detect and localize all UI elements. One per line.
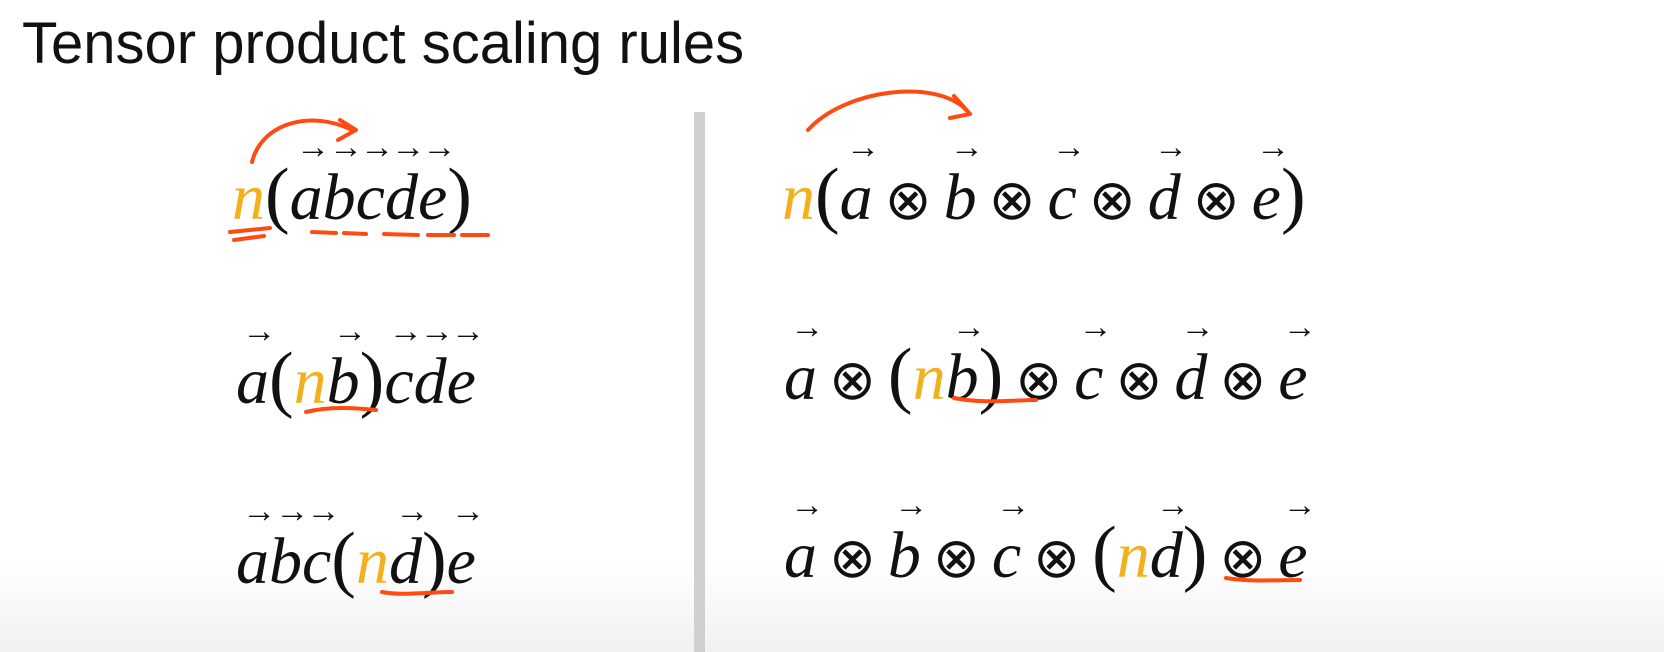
tensor-product-symbol: ⊗ bbox=[829, 528, 876, 590]
tensor-product-symbol: ⊗ bbox=[1033, 528, 1081, 590]
open-paren: ( bbox=[887, 334, 913, 416]
scalar-n: n bbox=[232, 161, 265, 234]
vector-d: d bbox=[385, 165, 418, 231]
vector-d: d bbox=[1150, 523, 1183, 589]
scalar-n: n bbox=[912, 341, 946, 414]
scalar-n: n bbox=[355, 525, 389, 598]
vector-b: b bbox=[323, 165, 356, 231]
arrow-head-icon bbox=[948, 94, 972, 120]
vector-e: e bbox=[447, 349, 476, 415]
tensor-product-symbol: ⊗ bbox=[988, 170, 1036, 232]
tensor-product-symbol: ⊗ bbox=[1219, 350, 1267, 412]
left-expression-2: a(nb)cde bbox=[236, 342, 476, 416]
slide-title: Tensor product scaling rules bbox=[22, 11, 745, 76]
right-expression-3: a⊗b⊗c⊗(nd)⊗e bbox=[784, 516, 1308, 590]
vector-e: e bbox=[1278, 523, 1307, 589]
vector-c: c bbox=[1048, 165, 1077, 231]
vector-d: d bbox=[389, 529, 422, 595]
open-paren: ( bbox=[265, 154, 290, 236]
tensor-product-symbol: ⊗ bbox=[1192, 170, 1240, 232]
vector-c: c bbox=[356, 165, 385, 231]
vector-b: b bbox=[269, 529, 302, 595]
vector-b: b bbox=[944, 165, 977, 231]
vector-e: e bbox=[418, 165, 447, 231]
vector-c: c bbox=[302, 529, 331, 595]
scalar-n: n bbox=[1116, 519, 1150, 592]
vector-b: b bbox=[888, 523, 921, 589]
arrow-annotation bbox=[806, 89, 970, 132]
right-expression-1: n(a⊗b⊗c⊗d⊗e) bbox=[782, 158, 1306, 232]
vector-e: e bbox=[1252, 165, 1281, 231]
tensor-product-symbol: ⊗ bbox=[932, 528, 980, 590]
vector-c: c bbox=[992, 523, 1021, 589]
vector-a: a bbox=[236, 349, 269, 415]
close-paren: ) bbox=[447, 154, 472, 236]
scalar-n: n bbox=[293, 345, 327, 418]
vector-d: d bbox=[1174, 345, 1207, 411]
vector-b: b bbox=[946, 345, 979, 411]
tensor-product-symbol: ⊗ bbox=[1115, 350, 1163, 412]
vector-e: e bbox=[447, 529, 476, 595]
vector-a: a bbox=[236, 529, 269, 595]
open-paren: ( bbox=[1092, 512, 1117, 594]
close-paren: ) bbox=[1280, 154, 1306, 236]
vector-a: a bbox=[784, 345, 817, 411]
vector-c: c bbox=[1074, 345, 1103, 411]
tensor-product-symbol: ⊗ bbox=[1219, 528, 1267, 590]
vector-a: a bbox=[840, 165, 873, 231]
close-paren: ) bbox=[421, 518, 447, 600]
left-expression-3: abc(nd)e bbox=[236, 522, 476, 596]
column-divider bbox=[694, 112, 705, 652]
right-expression-2: a⊗(nb)⊗c⊗d⊗e bbox=[784, 338, 1308, 412]
scalar-n: n bbox=[782, 161, 815, 234]
vector-a: a bbox=[784, 523, 817, 589]
tensor-product-symbol: ⊗ bbox=[829, 350, 876, 412]
open-paren: ( bbox=[331, 518, 356, 600]
close-paren: ) bbox=[359, 338, 385, 420]
left-expression-1: n(abcde) bbox=[232, 158, 472, 232]
open-paren: ( bbox=[815, 154, 840, 236]
open-paren: ( bbox=[269, 338, 294, 420]
tensor-product-symbol: ⊗ bbox=[1015, 350, 1063, 412]
vector-d: d bbox=[1148, 165, 1181, 231]
vector-a: a bbox=[290, 165, 323, 231]
tensor-product-symbol: ⊗ bbox=[1088, 170, 1136, 232]
vector-b: b bbox=[327, 349, 360, 415]
vector-d: d bbox=[414, 349, 447, 415]
tensor-product-symbol: ⊗ bbox=[884, 170, 932, 232]
vector-e: e bbox=[1278, 345, 1307, 411]
close-paren: ) bbox=[1182, 512, 1208, 594]
close-paren: ) bbox=[978, 334, 1004, 416]
vector-c: c bbox=[384, 349, 413, 415]
